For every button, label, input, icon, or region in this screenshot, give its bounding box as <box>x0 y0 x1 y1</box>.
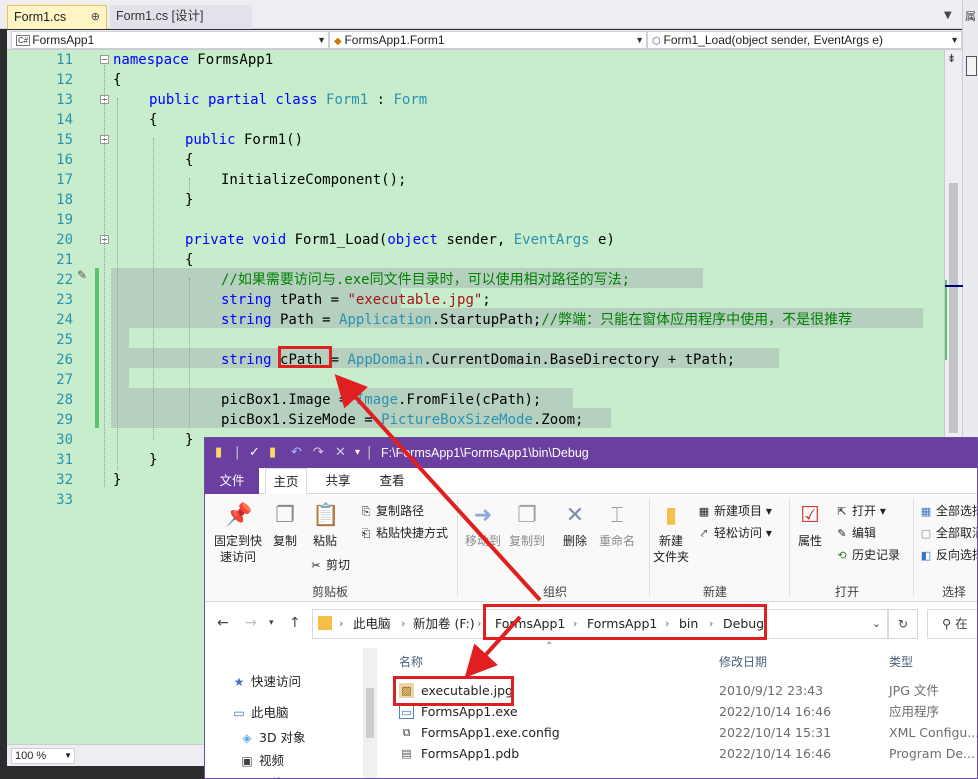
annotation-arrows <box>334 374 542 678</box>
arrow-to-file <box>464 615 522 678</box>
arrow-to-cpath <box>334 374 542 602</box>
